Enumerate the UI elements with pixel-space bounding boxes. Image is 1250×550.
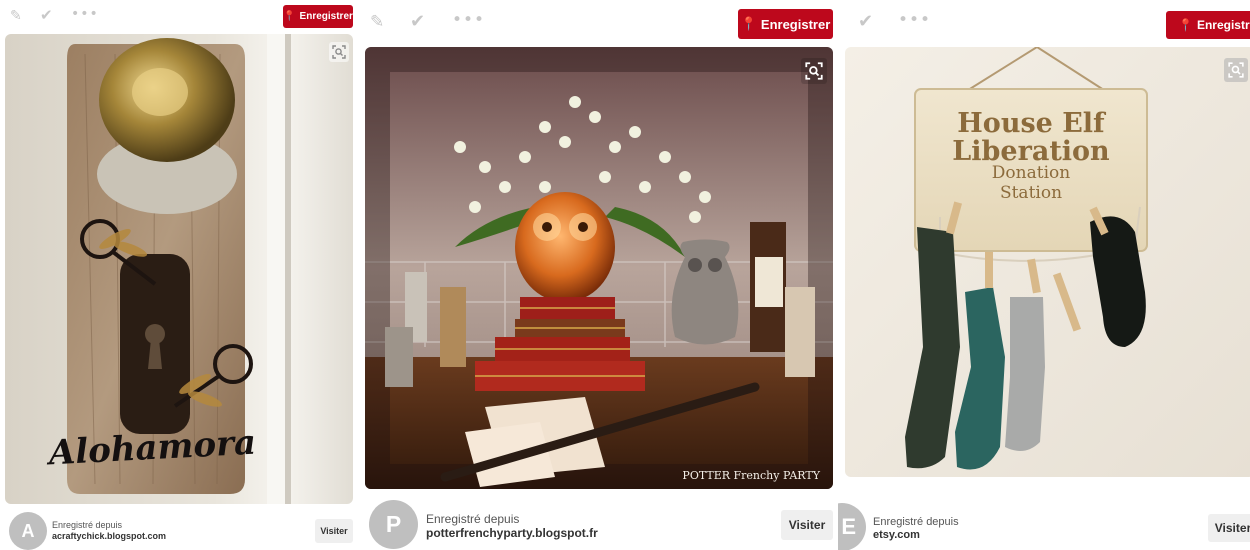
more-icon[interactable]: ••• — [71, 7, 99, 21]
pin-image[interactable]: Alohamora — [5, 34, 353, 504]
pin-toolbar: ✎ ✔ ••• 📍 Enregistrer — [360, 0, 838, 46]
pin-image[interactable]: House Elf Liberation Donation Station — [845, 47, 1250, 477]
avatar[interactable]: E — [838, 503, 866, 550]
saved-from-label: Enregistré depuis — [52, 520, 123, 530]
avatar[interactable]: P — [369, 500, 418, 549]
visit-button[interactable]: Visiter — [315, 519, 353, 543]
checkmark-icon[interactable]: ✔ — [40, 8, 53, 23]
image-text-line-1: House Elf — [957, 108, 1107, 139]
avatar[interactable]: A — [9, 512, 47, 550]
visual-search-icon — [805, 62, 823, 80]
save-button[interactable]: 📍 Enregistrer — [1166, 11, 1250, 39]
visit-button[interactable]: Visiter — [1208, 514, 1250, 542]
pin-toolbar: ✔ ••• 📍 Enregistrer — [838, 0, 1250, 46]
pin-source-row: A Enregistré depuis acraftychick.blogspo… — [0, 506, 360, 550]
more-icon[interactable]: ••• — [898, 12, 931, 29]
image-text-line-4: Station — [1000, 183, 1062, 203]
pushpin-icon: 📍 — [1178, 18, 1193, 32]
visual-search-icon — [332, 45, 346, 59]
pencil-icon[interactable]: ✎ — [10, 9, 22, 23]
pin-card-1: ✎ ✔ ••• 📍 Enregistrer Alohamora A Enregi… — [0, 0, 360, 550]
pin-source-row: E Enregistré depuis etsy.com Visiter — [838, 497, 1250, 550]
save-button[interactable]: 📍 Enregistrer — [283, 5, 353, 28]
source-domain-link[interactable]: potterfrenchyparty.blogspot.fr — [426, 526, 598, 540]
image-text-line-3: Donation — [992, 163, 1070, 183]
save-button[interactable]: 📍 Enregistrer — [738, 9, 833, 39]
visual-search-button[interactable] — [801, 58, 827, 84]
more-icon[interactable]: ••• — [452, 12, 485, 29]
visual-search-icon — [1228, 62, 1244, 78]
pin-card-3: ✔ ••• 📍 Enregistrer — [838, 0, 1250, 550]
save-button-label: Enregistrer — [760, 16, 831, 32]
image-watermark: POTTER Frenchy PARTY — [682, 469, 820, 482]
pencil-icon[interactable]: ✎ — [370, 14, 384, 31]
saved-from-label: Enregistré depuis — [426, 512, 520, 526]
pushpin-icon: 📍 — [740, 16, 757, 32]
pin-source-row: P Enregistré depuis potterfrenchyparty.b… — [360, 495, 838, 550]
visual-search-button[interactable] — [329, 42, 349, 62]
pin-card-2: ✎ ✔ ••• 📍 Enregistrer POTTER Frenchy PAR… — [360, 0, 838, 550]
pin-toolbar: ✎ ✔ ••• 📍 Enregistrer — [0, 0, 360, 34]
source-domain-link[interactable]: acraftychick.blogspot.com — [52, 531, 166, 541]
save-button-label: Enregistrer — [1196, 18, 1250, 32]
source-domain-link[interactable]: etsy.com — [873, 529, 920, 541]
pushpin-icon: 📍 — [283, 11, 296, 22]
saved-from-label: Enregistré depuis — [873, 516, 959, 528]
save-button-label: Enregistrer — [299, 11, 353, 22]
checkmark-icon[interactable]: ✔ — [410, 13, 425, 31]
visit-button[interactable]: Visiter — [781, 510, 833, 540]
visual-search-button[interactable] — [1224, 58, 1248, 82]
pin-image[interactable]: POTTER Frenchy PARTY — [365, 47, 833, 489]
checkmark-icon[interactable]: ✔ — [858, 13, 873, 31]
